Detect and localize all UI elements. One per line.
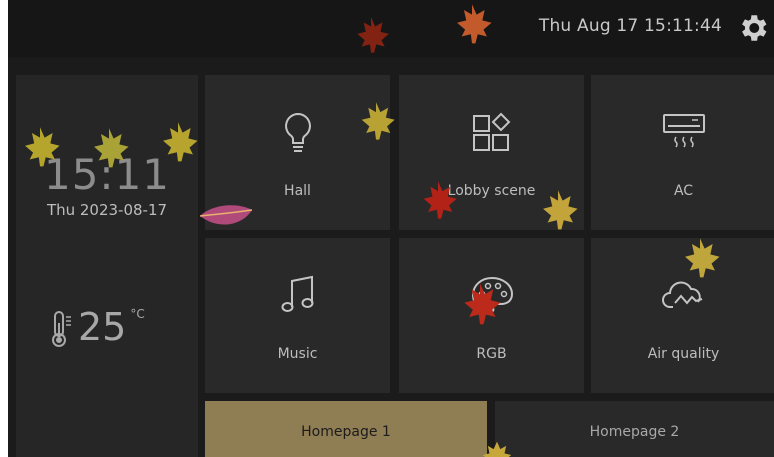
leaf-decoration xyxy=(199,205,253,225)
air-conditioner-icon xyxy=(662,114,705,148)
tab-homepage-1[interactable]: Homepage 1 xyxy=(205,401,487,457)
tile-label: RGB xyxy=(476,346,507,362)
maple-leaf-decoration xyxy=(685,238,720,278)
light-bulb-icon xyxy=(284,112,311,152)
temperature-readout: 25 °C xyxy=(50,305,145,349)
tile-label: Music xyxy=(277,346,318,362)
maple-leaf-decoration xyxy=(25,127,60,167)
temperature-value: 25 xyxy=(78,305,127,349)
scene-grid-icon xyxy=(472,112,510,151)
maple-leaf-decoration xyxy=(464,283,501,325)
tile-label: AC xyxy=(673,183,694,199)
maple-leaf-decoration xyxy=(94,128,129,168)
temperature-unit: °C xyxy=(130,307,145,321)
maple-leaf-decoration xyxy=(457,4,492,44)
tile-ac[interactable]: AC xyxy=(591,75,774,230)
tab-homepage-2[interactable]: Homepage 2 xyxy=(495,401,774,457)
smart-home-screen: Thu Aug 17 15:11:44 15:11 Thu 2023-08-17… xyxy=(8,0,774,457)
tile-label: Air quality xyxy=(647,346,720,362)
gear-icon[interactable] xyxy=(736,11,770,45)
tile-music[interactable]: Music xyxy=(205,238,390,393)
music-note-icon xyxy=(281,275,313,312)
status-datetime: Thu Aug 17 15:11:44 xyxy=(538,16,722,36)
maple-leaf-decoration xyxy=(361,102,395,140)
tile-label: Hall xyxy=(284,183,311,199)
maple-leaf-decoration xyxy=(482,441,512,457)
maple-leaf-decoration xyxy=(543,190,578,230)
thermometer-icon xyxy=(52,311,71,347)
maple-leaf-decoration xyxy=(163,122,198,162)
maple-leaf-decoration xyxy=(357,17,389,53)
maple-leaf-decoration xyxy=(423,181,457,219)
clock-date: Thu 2023-08-17 xyxy=(46,201,168,219)
